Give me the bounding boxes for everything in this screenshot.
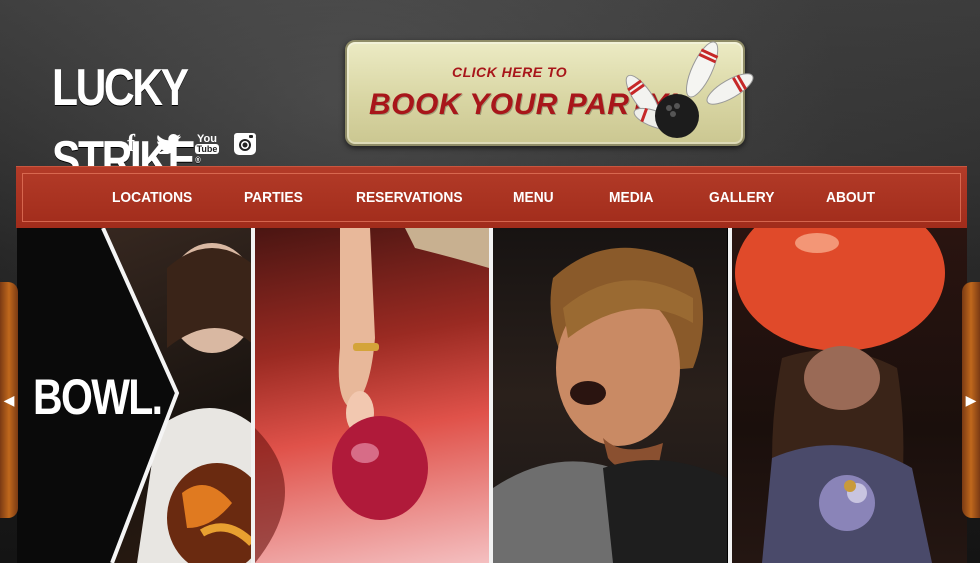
main-nav: LOCATIONS PARTIES RESERVATIONS MENU MEDI… [16,166,967,228]
hero-photo-woman-with-ball: BOWL. [17,228,251,563]
hero-slider[interactable]: BOWL. [17,228,967,563]
facebook-glyph: f [127,130,135,157]
red-ball-photo-illustration [735,228,945,563]
instagram-icon[interactable] [232,130,258,158]
hand-photo-illustration [255,228,489,563]
twitter-icon[interactable] [156,130,182,158]
nav-item-gallery[interactable]: GALLERY [709,174,774,222]
hero-photo-man-cheering [493,228,727,563]
book-party-banner[interactable]: CLICK HERE TO BOOK YOUR PARTY! [345,40,754,146]
chevron-left-icon: ◀ [3,391,15,408]
nav-item-menu[interactable]: MENU [513,174,554,222]
nav-item-about[interactable]: ABOUT [826,174,875,222]
nav-item-reservations[interactable]: RESERVATIONS [356,174,463,222]
nav-item-media[interactable]: MEDIA [609,174,653,222]
social-links: f You Tube [118,130,258,158]
youtube-glyph-tube: Tube [194,144,220,154]
nav-item-locations[interactable]: LOCATIONS [112,174,192,222]
nav-item-parties[interactable]: PARTIES [244,174,303,222]
book-party-kicker: CLICK HERE TO [452,64,568,80]
slider-prev-button[interactable]: ◀ [0,282,18,518]
facebook-icon[interactable]: f [118,130,144,158]
youtube-icon[interactable]: You Tube [194,130,220,158]
hero-caption: BOWL. [33,369,163,425]
bowling-pins-icon [625,41,754,138]
slider-next-button[interactable]: ▶ [962,282,980,518]
hero-photo-hand-releasing-ball [255,228,489,563]
hero-photo-woman-red-ball [732,228,967,563]
youtube-glyph-you: You [197,133,217,145]
lucky-strike-logo[interactable]: LUCKY STRIKE ® [52,52,273,189]
chevron-right-icon: ▶ [965,391,977,408]
man-photo-illustration [493,247,727,563]
main-nav-inner: LOCATIONS PARTIES RESERVATIONS MENU MEDI… [22,173,961,222]
